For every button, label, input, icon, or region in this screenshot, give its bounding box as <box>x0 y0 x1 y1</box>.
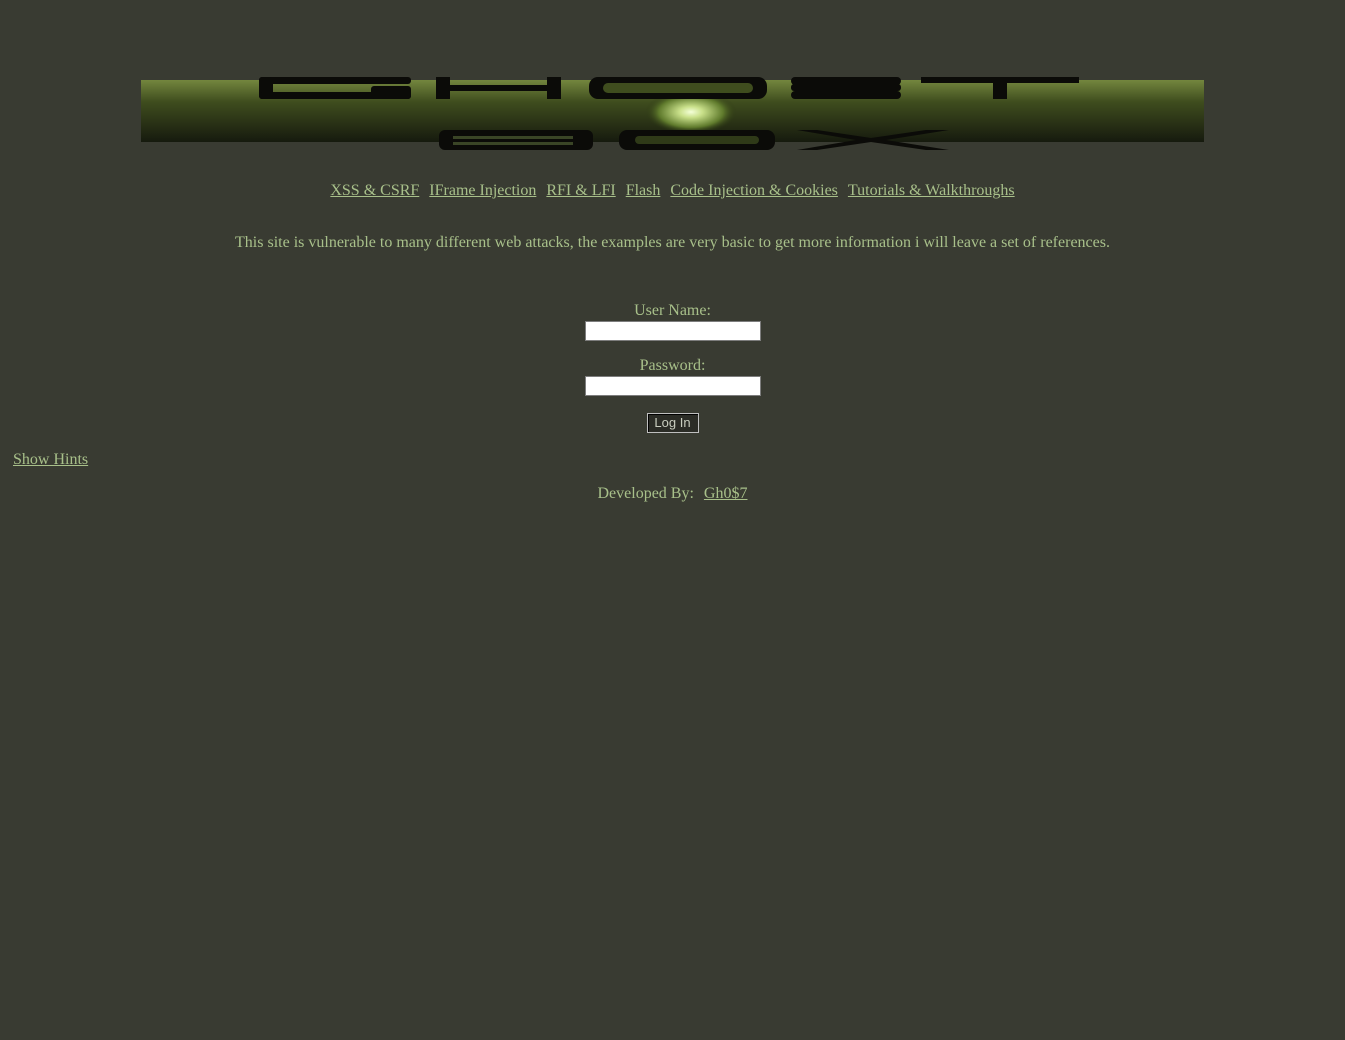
nav-link-code-injection-cookies[interactable]: Code Injection & Cookies <box>670 182 838 199</box>
nav-link-tutorials-walkthroughs[interactable]: Tutorials & Walkthroughs <box>848 182 1015 199</box>
username-label: User Name: <box>634 302 711 319</box>
footer: Developed By: Gh0$7 <box>0 484 1345 504</box>
nav-link-flash[interactable]: Flash <box>626 182 661 199</box>
show-hints-link[interactable]: Show Hints <box>13 451 88 468</box>
password-input[interactable] <box>584 376 761 396</box>
developed-by-label: Developed By: <box>597 485 694 502</box>
nav-link-rfi-lfi[interactable]: RFI & LFI <box>546 182 615 199</box>
nav-link-xss-csrf[interactable]: XSS & CSRF <box>330 182 419 199</box>
password-label: Password: <box>639 357 706 374</box>
username-input[interactable] <box>584 321 761 341</box>
nav-link-iframe-injection[interactable]: IFrame Injection <box>429 182 536 199</box>
login-form: User Name: Password: Log In <box>0 301 1345 433</box>
main-nav: XSS & CSRF IFrame Injection RFI & LFI Fl… <box>0 181 1345 201</box>
ghostbox-logo <box>141 77 1204 150</box>
page: XSS & CSRF IFrame Injection RFI & LFI Fl… <box>0 0 1345 1040</box>
ghostbox-logo-banner <box>141 70 1204 160</box>
login-button[interactable]: Log In <box>646 413 699 433</box>
intro-text: This site is vulnerable to many differen… <box>235 234 1110 251</box>
hints-area: Show Hints <box>13 450 88 470</box>
author-link[interactable]: Gh0$7 <box>704 485 748 502</box>
